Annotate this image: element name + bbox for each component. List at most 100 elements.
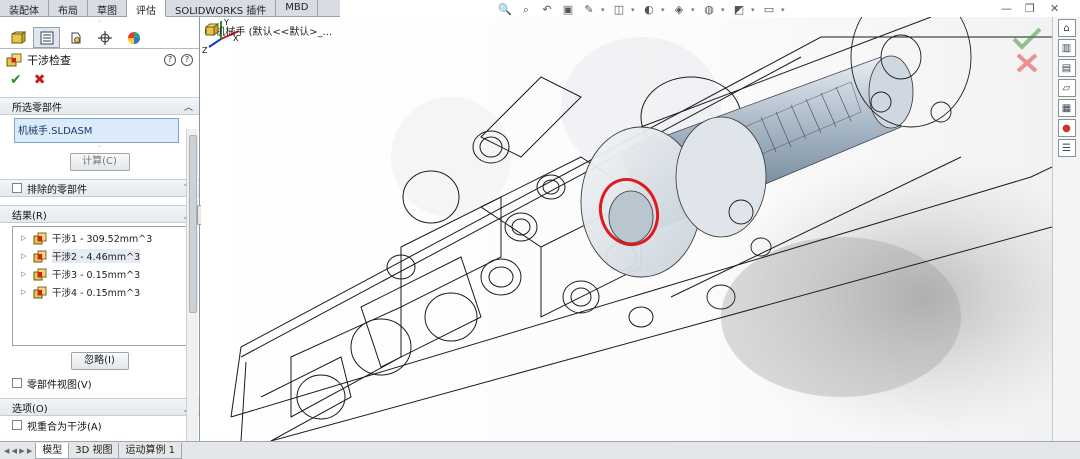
interference-result-label: 干涉1 - 309.52mm^3 [52,234,153,245]
breadcrumb-label: 机械手 (默认<<默认>_... [215,27,333,38]
options-header[interactable]: 选项(O) ︿ [0,398,199,416]
list-resize-grip[interactable]: ◦ [0,143,199,151]
hide-show-items-icon[interactable]: ◈ [670,2,688,18]
calculate-button[interactable]: 计算(C) [69,153,130,171]
zoom-to-area-icon[interactable]: ⌕ [517,2,535,18]
assembly-model-drawing [230,17,1052,441]
ok-button[interactable]: ✔ [10,72,22,88]
component-view-label: 零部件视图(V) [27,379,92,391]
command-tab[interactable]: MBD [276,0,319,17]
property-manager-tab[interactable] [33,27,60,48]
interference-result-item[interactable]: ▷ 干涉3 - 0.15mm^3 [13,265,186,283]
interference-result-item[interactable]: ▷ 干涉1 - 309.52mm^3 [13,229,186,247]
feature-tree-breadcrumb[interactable]: ▶ 机械手 (默认<<默认>_... [205,23,332,38]
command-tab[interactable]: 装配体 [0,0,49,17]
interference-result-item[interactable]: ▷ 干涉2 - 4.46mm^3 [13,247,186,265]
section-view-icon[interactable]: ▣ [559,2,577,18]
info-icon[interactable]: ? [181,54,193,66]
design-library-icon[interactable]: ▤ [1057,59,1076,77]
bottom-tab[interactable]: 模型 [35,442,70,459]
help-icon[interactable]: ? [164,54,176,66]
scrollbar-thumb[interactable] [189,135,197,313]
chevron-down-icon[interactable]: ▾ [751,6,757,14]
cancel-button[interactable]: ✖ [34,72,46,88]
property-title-row: 干涉检查 ? ? [0,49,199,71]
chevron-down-icon[interactable]: ▾ [601,6,607,14]
results-label: 结果(R) [12,210,47,222]
dimxpert-manager-icon [97,30,112,45]
panel-scrollbar[interactable] [186,129,198,459]
interference-icon [33,232,47,244]
edit-appearance-icon[interactable]: ◍ [700,2,718,18]
view-palette-icon[interactable]: ▦ [1057,99,1076,117]
coincidence-option-row: 视重合为干涉(A) [0,416,199,434]
excluded-components-checkbox[interactable] [12,183,22,193]
options-label: 选项(O) [12,403,48,415]
chevron-down-icon[interactable]: ▾ [721,6,727,14]
graphics-viewport[interactable]: ▶ 机械手 (默认<<默认>_... X Y Z [201,17,1052,441]
close-icon[interactable]: ✕ [1050,2,1059,15]
confirm-row: ✔ ✖ [0,71,199,89]
appearances-icon[interactable]: ● [1057,119,1076,137]
coincidence-label: 视重合为干涉(A) [27,421,102,433]
collapse-caret-icon[interactable]: ︿ [184,100,193,113]
feature-manager-tab[interactable] [4,27,31,48]
command-manager-tabs: 装配体 布局 草图 评估 SOLIDWORKS 插件 MBD [0,0,340,17]
chevron-down-icon[interactable]: ▾ [781,6,787,14]
selected-components-label: 所选零部件 [12,102,62,114]
bottom-tab[interactable]: 3D 视图 [68,442,120,459]
resources-icon[interactable]: ▥ [1057,39,1076,57]
interference-result-label: 干涉4 - 0.15mm^3 [52,288,141,299]
display-style-icon[interactable]: ◐ [640,2,658,18]
command-tab[interactable]: 评估 [127,0,166,17]
command-tab[interactable]: 草图 [88,0,127,17]
dimxpert-manager-tab[interactable] [91,27,118,48]
interference-check-icon [6,53,22,67]
view-settings-icon[interactable]: ▭ [760,2,778,18]
configuration-manager-tab[interactable] [62,27,89,48]
command-tab[interactable]: SOLIDWORKS 插件 [166,0,277,17]
coincidence-checkbox[interactable] [12,420,22,430]
interference-icon [33,250,47,262]
home-icon[interactable]: ⌂ [1057,19,1076,37]
results-list: ▷ 干涉1 - 309.52mm^3 ▷ 干涉2 - 4.46mm^3 ▷ 干涉3 - 0… [12,226,187,346]
configuration-manager-icon [71,32,80,43]
apply-scene-icon[interactable]: ◩ [730,2,748,18]
command-tab[interactable]: 布局 [49,0,88,17]
component-view-checkbox[interactable] [12,378,22,388]
component-view-row: 零部件视图(V) [0,374,199,392]
confirm-cancel-icon[interactable] [1016,53,1038,73]
feature-manager-icon [11,30,26,44]
expand-arrow-icon[interactable]: ▷ [21,270,29,278]
minimize-icon[interactable]: — [1001,2,1012,15]
confirm-ok-icon[interactable] [1012,27,1042,50]
expand-arrow-icon[interactable]: ▷ [21,252,29,260]
expand-arrow-icon[interactable]: ▷ [21,234,29,242]
confirmation-corner [1008,23,1048,73]
file-explorer-icon[interactable]: ▱ [1057,79,1076,97]
tab-nav-arrows[interactable]: ◀ ◀ ▶ ▶ [0,447,36,455]
selected-components-header[interactable]: 所选零部件 ︿ [0,97,199,115]
view-orientation-icon[interactable]: ◫ [610,2,628,18]
ignore-button[interactable]: 忽略(I) [70,352,129,370]
triad-z-label: Z [202,46,208,55]
dynamic-annotation-icon[interactable]: ✎ [580,2,598,18]
previous-view-icon[interactable]: ↶ [538,2,556,18]
display-manager-icon [127,31,140,44]
interference-result-item[interactable]: ▷ 干涉4 - 0.15mm^3 [13,283,186,301]
display-manager-tab[interactable] [120,27,147,48]
excluded-components-header[interactable]: 排除的零部件 ﹀ [0,179,199,197]
selected-components-list[interactable]: 机械手.SLDASM [14,118,179,143]
restore-icon[interactable]: ❐ [1025,2,1035,15]
results-header[interactable]: 结果(R) ︿ [0,205,199,223]
property-manager-panel: ◦ 干涉检查 ? ? ✔ ✖ 所选零部件 ︿ 机械手.SLDASM ◦ 计算(C… [0,17,200,459]
panel-grip[interactable]: ◦ [0,17,199,27]
expand-arrow-icon[interactable]: ▷ [21,288,29,296]
bottom-tab[interactable]: 运动算例 1 [118,442,183,459]
custom-properties-icon[interactable]: ☰ [1057,139,1076,157]
chevron-down-icon[interactable]: ▾ [631,6,637,14]
chevron-down-icon[interactable]: ▾ [661,6,667,14]
chevron-down-icon[interactable]: ▾ [691,6,697,14]
zoom-to-fit-icon[interactable]: 🔍 [496,2,514,18]
interference-icon [33,286,47,298]
